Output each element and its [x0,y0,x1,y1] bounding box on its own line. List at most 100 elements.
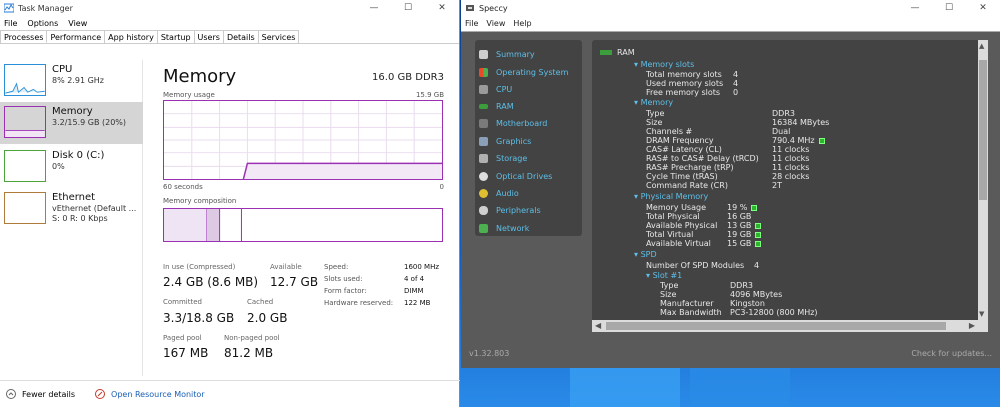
status-indicator-icon[interactable] [755,240,762,247]
nav-optical-drives[interactable]: Optical Drives [479,169,552,183]
menu-options[interactable]: Options [27,19,58,28]
windows-icon [479,67,488,77]
available-value: 12.7 GB [270,275,319,289]
row-value: 19 GB [727,230,762,239]
composition-label: Memory composition [163,197,237,205]
nav-network[interactable]: Network [479,221,529,235]
paged-value: 167 MB [163,346,209,360]
nav-label: RAM [496,101,514,111]
row-value: Dual [772,127,791,136]
section-label: SPD [640,250,657,259]
physical-memory-heading[interactable]: ▾ Physical Memory [634,192,708,201]
speccy-window: Speccy — ☐ ✕ File View Help Summary Oper… [461,0,1000,368]
row-label: Used memory slots [646,79,724,88]
scroll-left-icon[interactable]: ◀ [595,321,601,330]
maximize-button[interactable]: ☐ [391,0,425,16]
row-label: Type [646,109,665,118]
sidebar-item-disk[interactable]: Disk 0 (C:) 0% [0,146,143,188]
nav-storage[interactable]: Storage [479,151,527,165]
nav-cpu[interactable]: CPU [479,82,512,96]
nav-operating-system[interactable]: Operating System [479,65,568,79]
open-resource-monitor-link[interactable]: Open Resource Monitor [111,390,205,399]
menu-help[interactable]: Help [513,19,531,28]
tab-users[interactable]: Users [193,30,224,43]
nav-graphics[interactable]: Graphics [479,134,531,148]
tab-processes[interactable]: Processes [0,30,48,43]
menu-view[interactable]: View [68,19,87,28]
scroll-right-icon[interactable]: ▶ [969,321,975,330]
tab-app-history[interactable]: App history [104,30,158,43]
fewer-details-link[interactable]: Fewer details [22,390,75,399]
row-value: 4 [733,79,739,88]
sidebar-sub: vEthernet (Default ... [52,204,137,213]
footer: Fewer details Open Resource Monitor [0,380,460,407]
nav-summary[interactable]: Summary [479,47,535,61]
hwres-value: 122 MB [404,299,431,307]
time-right-label: 0 [439,183,444,191]
row-label: Available Physical [646,221,718,230]
tab-details[interactable]: Details [222,30,259,43]
menu-file[interactable]: File [4,19,17,28]
row-label: RAS# to CAS# Delay (tRCD) [646,154,759,163]
row-label: Command Rate (CR) [646,181,728,190]
nav-ram[interactable]: RAM [479,99,514,113]
vertical-scrollbar[interactable]: ▲ ▼ [978,40,988,332]
window-title: Task Manager [18,3,73,13]
inuse-value: 2.4 GB (8.6 MB) [163,275,259,289]
horizontal-scrollbar[interactable]: ◀ ▶ [592,320,978,332]
row-label: DRAM Frequency [646,136,714,145]
sidebar-label: Disk 0 (C:) [52,150,105,161]
nav-label: Optical Drives [496,171,553,181]
status-indicator-icon[interactable] [751,204,758,211]
usage-label: Memory usage [163,91,215,99]
close-button[interactable]: ✕ [425,0,459,16]
row-value: 790.4 MHz [772,136,825,145]
slot1-heading[interactable]: ▾ Slot #1 [646,271,682,280]
row-value: Kingston [730,299,765,308]
menu-view[interactable]: View [486,19,505,28]
menu-file[interactable]: File [465,19,478,28]
tab-performance[interactable]: Performance [46,30,106,43]
minimize-button[interactable]: — [357,0,391,16]
scroll-thumb[interactable] [979,60,987,200]
scroll-down-icon[interactable]: ▼ [979,310,984,318]
nav-peripherals[interactable]: Peripherals [479,203,541,217]
tab-services[interactable]: Services [257,30,300,43]
scroll-up-icon[interactable]: ▲ [979,42,984,50]
summary-icon [479,49,488,59]
spd-heading[interactable]: ▾ SPD [634,250,657,259]
row-value: 13 GB [727,221,762,230]
status-indicator-icon[interactable] [755,222,762,229]
sidebar-item-cpu[interactable]: CPU 8% 2.91 GHz [0,60,143,102]
memory-slots-heading[interactable]: ▾ Memory slots [634,60,694,69]
ram-icon [479,103,488,109]
nonpaged-value: 81.2 MB [224,346,274,360]
nav-audio[interactable]: Audio [479,186,519,200]
status-indicator-icon[interactable] [755,231,762,238]
row-label: Number Of SPD Modules [646,261,745,270]
ram-title: RAM [617,48,635,57]
minimize-button[interactable]: — [898,0,932,16]
nav-label: Graphics [496,136,532,146]
window-title: Speccy [479,3,508,13]
form-value: DIMM [404,287,424,295]
maximize-button[interactable]: ☐ [932,0,966,16]
menu-bar: File View Help [461,16,1000,32]
nav-label: Summary [496,49,535,59]
nav-label: Audio [496,188,519,198]
nav-motherboard[interactable]: Motherboard [479,116,547,130]
row-label: RAS# Precharge (tRP) [646,163,734,172]
close-button[interactable]: ✕ [966,0,1000,16]
nonpaged-label: Non-paged pool [224,334,280,342]
sidebar-item-memory[interactable]: Memory 3.2/15.9 GB (20%) [0,102,143,144]
hwres-label: Hardware reserved: [324,299,394,307]
row-value: DDR3 [772,109,795,118]
check-updates-link[interactable]: Check for updates... [911,349,992,358]
memory-heading[interactable]: ▾ Memory [634,98,673,107]
status-indicator-icon[interactable] [818,137,825,144]
sidebar-item-ethernet[interactable]: Ethernet vEthernet (Default ... S: 0 R: 0 … [0,188,143,230]
memory-usage-graph [163,100,443,180]
optical-disc-icon [479,171,488,181]
tab-startup[interactable]: Startup [156,30,195,43]
hscroll-thumb[interactable] [606,322,946,330]
